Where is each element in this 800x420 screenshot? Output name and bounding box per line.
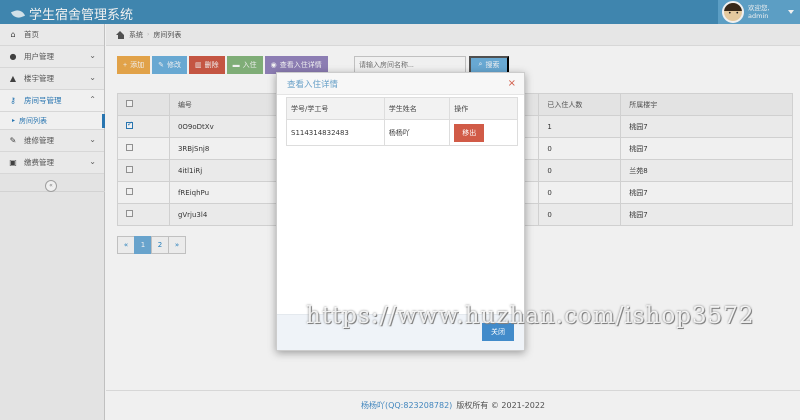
- column-header-action: 操作: [449, 97, 518, 120]
- column-header-student-id: 学号/学工号: [286, 97, 385, 120]
- watermark-text: https://www.huzhan.com/ishop3572: [306, 303, 755, 329]
- table-header-row: 学号/学工号 学生姓名 操作: [286, 97, 518, 120]
- table-row: S114314832483 杨杨吖 移出: [286, 119, 518, 146]
- student-id: S114314832483: [286, 119, 385, 146]
- student-name: 杨杨吖: [383, 119, 451, 146]
- modal-title: 查看入住详情: [287, 79, 339, 90]
- occupant-table: 学号/学工号 学生姓名 操作 S114314832483 杨杨吖 移出: [286, 97, 518, 146]
- close-icon[interactable]: ×: [508, 78, 516, 89]
- remove-occupant-button[interactable]: 移出: [454, 123, 485, 142]
- modal-header: 查看入住详情 ×: [277, 73, 524, 95]
- column-header-student-name: 学生姓名: [383, 97, 451, 120]
- action-cell: 移出: [449, 119, 518, 146]
